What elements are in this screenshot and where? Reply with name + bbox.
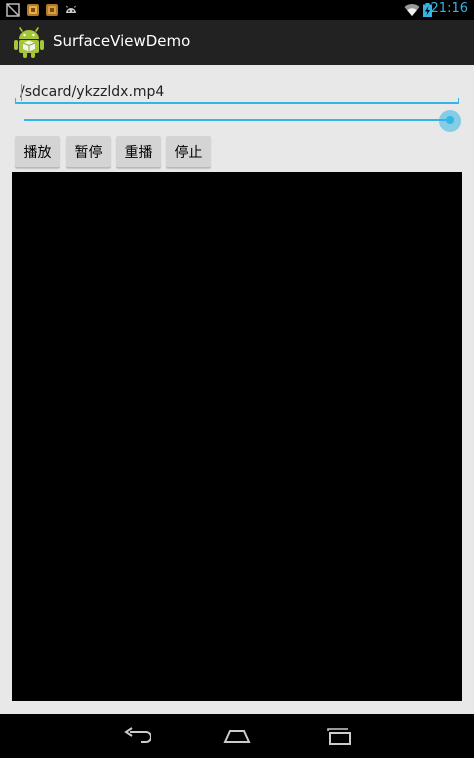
android-app-icon	[14, 27, 44, 58]
action-bar: SurfaceViewDemo	[0, 20, 474, 65]
back-icon[interactable]	[121, 724, 151, 748]
status-time: 21:16	[430, 1, 468, 16]
replay-button[interactable]: 重播	[116, 136, 161, 168]
status-bar: 21:16	[0, 0, 474, 20]
seekbar-thumb[interactable]	[446, 116, 454, 124]
notification-app-icon	[27, 4, 39, 16]
notification-app-icon	[46, 4, 58, 16]
notification-screenshot-icon	[6, 3, 20, 17]
app-screen: 21:16 SurfaceViewDemo 播放 暂停 重播 停止	[0, 0, 474, 758]
wifi-icon	[404, 4, 420, 17]
home-icon[interactable]	[222, 724, 252, 748]
pause-button[interactable]: 暂停	[66, 136, 111, 168]
play-button[interactable]: 播放	[15, 136, 60, 168]
input-underline	[15, 98, 459, 104]
seekbar-progress	[24, 119, 450, 121]
video-surface[interactable]	[12, 172, 462, 701]
recent-apps-icon[interactable]	[324, 724, 354, 748]
app-title: SurfaceViewDemo	[53, 32, 191, 50]
stop-button[interactable]: 停止	[166, 136, 211, 168]
text-cursor	[21, 84, 22, 101]
seekbar[interactable]	[24, 119, 450, 121]
file-path-input[interactable]	[16, 80, 462, 104]
notification-android-debug-icon	[66, 5, 76, 13]
navigation-bar	[0, 714, 474, 758]
